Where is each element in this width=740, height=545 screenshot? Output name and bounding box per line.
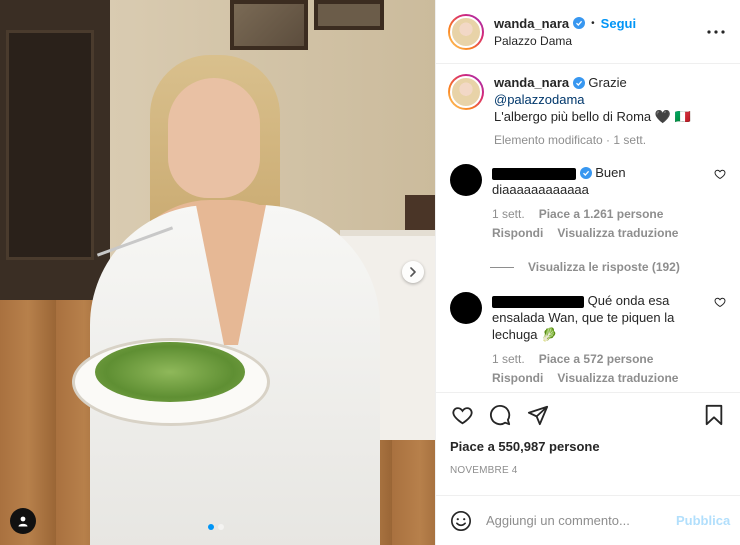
comment-like-icon[interactable] — [714, 296, 726, 308]
carousel-dot — [218, 524, 224, 530]
photo-painting — [230, 0, 308, 50]
carousel-dot-active — [208, 524, 214, 530]
photo-nightstand — [405, 195, 435, 235]
comment-input[interactable] — [486, 513, 662, 528]
post-caption: wanda_nara Grazie @palazzodama L'albergo… — [448, 74, 726, 149]
carousel-next-button[interactable] — [402, 261, 424, 283]
reply-button[interactable]: Rispondi — [492, 225, 543, 242]
author-username[interactable]: wanda_nara — [494, 16, 569, 31]
user-tags-button[interactable] — [10, 508, 36, 534]
more-options-button[interactable] — [704, 20, 728, 44]
post-media[interactable] — [0, 0, 435, 545]
comment-time[interactable]: 1 sett. — [492, 206, 525, 223]
chevron-right-icon — [410, 267, 416, 277]
header-separator: • — [591, 17, 595, 29]
verified-icon — [572, 77, 585, 89]
commenter-avatar[interactable] — [450, 164, 482, 196]
emoji-icon — [451, 510, 471, 531]
post-sidebar: wanda_nara • Segui Palazzo Dama wanda_na… — [435, 0, 740, 545]
comments-section[interactable]: wanda_nara Grazie @palazzodama L'albergo… — [436, 64, 740, 392]
view-replies-button[interactable]: Visualizza le risposte (192) — [490, 260, 726, 274]
comment-time[interactable]: 1 sett. — [492, 351, 525, 368]
view-replies-label: Visualizza le risposte (192) — [528, 260, 680, 274]
emoji-button[interactable] — [450, 509, 472, 533]
author-avatar[interactable] — [448, 13, 484, 50]
like-button[interactable] — [450, 403, 474, 427]
translate-button[interactable]: Visualizza traduzione — [557, 225, 678, 242]
comment-item: Qué onda esa ensalada Wan, que te piquen… — [448, 292, 726, 387]
likes-count[interactable]: Piace a 550,987 persone — [450, 439, 726, 454]
verified-icon — [579, 167, 592, 179]
comment-item: Buen diaaaaaaaaaaaa 1 sett. Piace a 1.26… — [448, 164, 726, 242]
commenter-avatar[interactable] — [450, 292, 482, 324]
verified-icon — [573, 17, 586, 29]
caption-meta: Elemento modificato · 1 sett. — [494, 133, 647, 147]
photo-painting-small — [314, 0, 384, 30]
comment-like-icon[interactable] — [714, 168, 726, 180]
caption-author-avatar[interactable] — [448, 74, 484, 110]
photo-person-face — [168, 78, 260, 198]
more-icon — [707, 29, 725, 34]
redacted-username[interactable] — [492, 295, 584, 308]
add-comment-bar: Pubblica — [436, 495, 740, 545]
post-location[interactable]: Palazzo Dama — [494, 34, 704, 48]
caption-mention[interactable]: @palazzodama — [494, 92, 585, 107]
comment-button[interactable] — [488, 403, 512, 427]
share-icon — [527, 405, 549, 426]
redacted-username[interactable] — [492, 167, 576, 180]
translate-button[interactable]: Visualizza traduzione — [557, 370, 678, 387]
caption-username[interactable]: wanda_nara — [494, 75, 569, 90]
caption-text: Grazie — [588, 75, 627, 90]
reply-button[interactable]: Rispondi — [492, 370, 543, 387]
follow-button[interactable]: Segui — [601, 16, 636, 31]
comment-icon — [490, 404, 511, 426]
instagram-post: wanda_nara • Segui Palazzo Dama wanda_na… — [0, 0, 740, 545]
post-actions: Piace a 550,987 persone NOVEMBRE 4 — [436, 392, 740, 495]
bookmark-icon — [705, 404, 723, 426]
photo-salad — [95, 342, 245, 402]
comment-likes[interactable]: Piace a 572 persone — [539, 351, 654, 368]
save-button[interactable] — [702, 403, 726, 427]
replies-divider — [490, 266, 514, 268]
post-header: wanda_nara • Segui Palazzo Dama — [436, 0, 740, 64]
publish-button[interactable]: Pubblica — [676, 513, 730, 528]
share-button[interactable] — [526, 403, 550, 427]
comment-likes[interactable]: Piace a 1.261 persone — [539, 206, 664, 223]
heart-icon — [451, 407, 473, 425]
caption-text-line2: L'albergo più bello di Roma 🖤 🇮🇹 — [494, 109, 691, 124]
post-date[interactable]: NOVEMBRE 4 — [450, 465, 726, 476]
photo-door — [6, 30, 94, 260]
carousel-indicator — [208, 524, 224, 530]
user-tag-icon — [18, 516, 28, 527]
